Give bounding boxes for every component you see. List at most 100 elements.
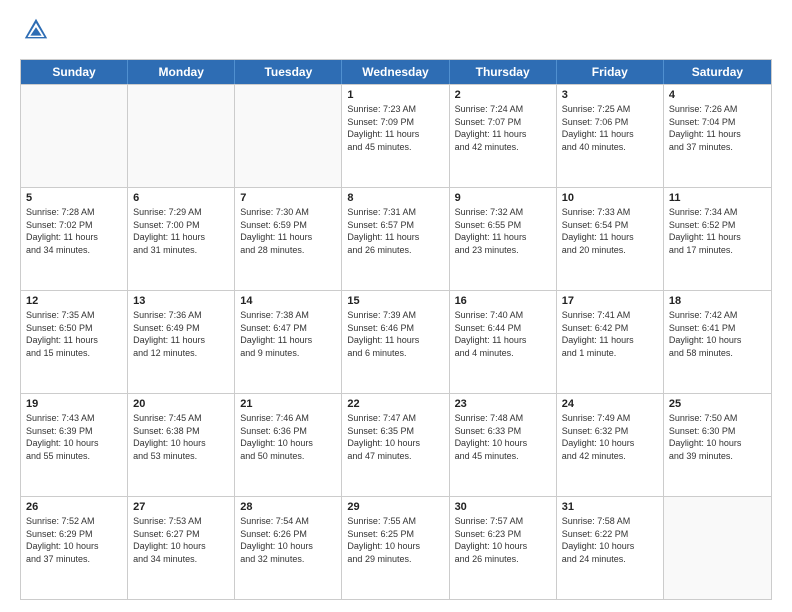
day-cell-empty bbox=[664, 497, 771, 599]
day-number: 11 bbox=[669, 192, 766, 204]
day-number: 9 bbox=[455, 192, 551, 204]
day-info: Sunrise: 7:35 AM Sunset: 6:50 PM Dayligh… bbox=[26, 309, 122, 359]
day-header-friday: Friday bbox=[557, 60, 664, 84]
day-info: Sunrise: 7:23 AM Sunset: 7:09 PM Dayligh… bbox=[347, 103, 443, 153]
day-cell-28: 28 Sunrise: 7:54 AM Sunset: 6:26 PM Dayli… bbox=[235, 497, 342, 599]
day-info: Sunrise: 7:46 AM Sunset: 6:36 PM Dayligh… bbox=[240, 412, 336, 462]
page: SundayMondayTuesdayWednesdayThursdayFrid… bbox=[0, 0, 792, 612]
logo-icon bbox=[22, 16, 50, 44]
logo bbox=[20, 16, 50, 49]
day-cell-14: 14 Sunrise: 7:38 AM Sunset: 6:47 PM Dayli… bbox=[235, 291, 342, 393]
day-info: Sunrise: 7:39 AM Sunset: 6:46 PM Dayligh… bbox=[347, 309, 443, 359]
calendar-body: 1 Sunrise: 7:23 AM Sunset: 7:09 PM Daylig… bbox=[21, 84, 771, 599]
day-number: 17 bbox=[562, 295, 658, 307]
day-info: Sunrise: 7:36 AM Sunset: 6:49 PM Dayligh… bbox=[133, 309, 229, 359]
day-header-thursday: Thursday bbox=[450, 60, 557, 84]
day-cell-11: 11 Sunrise: 7:34 AM Sunset: 6:52 PM Dayli… bbox=[664, 188, 771, 290]
day-number: 18 bbox=[669, 295, 766, 307]
day-cell-1: 1 Sunrise: 7:23 AM Sunset: 7:09 PM Daylig… bbox=[342, 85, 449, 187]
day-number: 16 bbox=[455, 295, 551, 307]
day-cell-15: 15 Sunrise: 7:39 AM Sunset: 6:46 PM Dayli… bbox=[342, 291, 449, 393]
day-cell-5: 5 Sunrise: 7:28 AM Sunset: 7:02 PM Daylig… bbox=[21, 188, 128, 290]
day-info: Sunrise: 7:42 AM Sunset: 6:41 PM Dayligh… bbox=[669, 309, 766, 359]
day-info: Sunrise: 7:32 AM Sunset: 6:55 PM Dayligh… bbox=[455, 206, 551, 256]
week-row-2: 5 Sunrise: 7:28 AM Sunset: 7:02 PM Daylig… bbox=[21, 187, 771, 290]
day-info: Sunrise: 7:57 AM Sunset: 6:23 PM Dayligh… bbox=[455, 515, 551, 565]
day-info: Sunrise: 7:30 AM Sunset: 6:59 PM Dayligh… bbox=[240, 206, 336, 256]
day-cell-10: 10 Sunrise: 7:33 AM Sunset: 6:54 PM Dayli… bbox=[557, 188, 664, 290]
day-header-tuesday: Tuesday bbox=[235, 60, 342, 84]
day-number: 6 bbox=[133, 192, 229, 204]
day-number: 2 bbox=[455, 89, 551, 101]
day-number: 10 bbox=[562, 192, 658, 204]
day-header-wednesday: Wednesday bbox=[342, 60, 449, 84]
day-info: Sunrise: 7:40 AM Sunset: 6:44 PM Dayligh… bbox=[455, 309, 551, 359]
day-number: 8 bbox=[347, 192, 443, 204]
day-cell-8: 8 Sunrise: 7:31 AM Sunset: 6:57 PM Daylig… bbox=[342, 188, 449, 290]
day-number: 12 bbox=[26, 295, 122, 307]
day-cell-3: 3 Sunrise: 7:25 AM Sunset: 7:06 PM Daylig… bbox=[557, 85, 664, 187]
day-number: 3 bbox=[562, 89, 658, 101]
day-cell-9: 9 Sunrise: 7:32 AM Sunset: 6:55 PM Daylig… bbox=[450, 188, 557, 290]
calendar-header: SundayMondayTuesdayWednesdayThursdayFrid… bbox=[21, 60, 771, 84]
day-info: Sunrise: 7:24 AM Sunset: 7:07 PM Dayligh… bbox=[455, 103, 551, 153]
day-cell-6: 6 Sunrise: 7:29 AM Sunset: 7:00 PM Daylig… bbox=[128, 188, 235, 290]
day-number: 14 bbox=[240, 295, 336, 307]
day-number: 25 bbox=[669, 398, 766, 410]
day-info: Sunrise: 7:55 AM Sunset: 6:25 PM Dayligh… bbox=[347, 515, 443, 565]
day-info: Sunrise: 7:28 AM Sunset: 7:02 PM Dayligh… bbox=[26, 206, 122, 256]
header bbox=[20, 16, 772, 49]
day-cell-23: 23Sunrise: 7:48 AM Sunset: 6:33 PM Dayli… bbox=[450, 394, 557, 496]
day-info: Sunrise: 7:38 AM Sunset: 6:47 PM Dayligh… bbox=[240, 309, 336, 359]
day-header-monday: Monday bbox=[128, 60, 235, 84]
day-cell-empty bbox=[235, 85, 342, 187]
day-number: 22 bbox=[347, 398, 443, 410]
day-number: 28 bbox=[240, 501, 336, 513]
day-cell-2: 2 Sunrise: 7:24 AM Sunset: 7:07 PM Daylig… bbox=[450, 85, 557, 187]
day-info: Sunrise: 7:53 AM Sunset: 6:27 PM Dayligh… bbox=[133, 515, 229, 565]
day-number: 29 bbox=[347, 501, 443, 513]
day-header-saturday: Saturday bbox=[664, 60, 771, 84]
week-row-4: 19Sunrise: 7:43 AM Sunset: 6:39 PM Dayli… bbox=[21, 393, 771, 496]
day-cell-29: 29 Sunrise: 7:55 AM Sunset: 6:25 PM Dayli… bbox=[342, 497, 449, 599]
day-info: Sunrise: 7:33 AM Sunset: 6:54 PM Dayligh… bbox=[562, 206, 658, 256]
day-number: 7 bbox=[240, 192, 336, 204]
day-info: Sunrise: 7:52 AM Sunset: 6:29 PM Dayligh… bbox=[26, 515, 122, 565]
day-info: Sunrise: 7:41 AM Sunset: 6:42 PM Dayligh… bbox=[562, 309, 658, 359]
day-cell-31: 31 Sunrise: 7:58 AM Sunset: 6:22 PM Dayli… bbox=[557, 497, 664, 599]
day-cell-empty bbox=[21, 85, 128, 187]
day-cell-4: 4 Sunrise: 7:26 AM Sunset: 7:04 PM Daylig… bbox=[664, 85, 771, 187]
day-info: Sunrise: 7:58 AM Sunset: 6:22 PM Dayligh… bbox=[562, 515, 658, 565]
day-cell-18: 18 Sunrise: 7:42 AM Sunset: 6:41 PM Dayli… bbox=[664, 291, 771, 393]
day-cell-7: 7 Sunrise: 7:30 AM Sunset: 6:59 PM Daylig… bbox=[235, 188, 342, 290]
day-cell-12: 12 Sunrise: 7:35 AM Sunset: 6:50 PM Dayli… bbox=[21, 291, 128, 393]
day-info: Sunrise: 7:31 AM Sunset: 6:57 PM Dayligh… bbox=[347, 206, 443, 256]
day-info: Sunrise: 7:54 AM Sunset: 6:26 PM Dayligh… bbox=[240, 515, 336, 565]
day-cell-empty bbox=[128, 85, 235, 187]
day-info: Sunrise: 7:34 AM Sunset: 6:52 PM Dayligh… bbox=[669, 206, 766, 256]
day-number: 1 bbox=[347, 89, 443, 101]
day-cell-22: 22 Sunrise: 7:47 AM Sunset: 6:35 PM Dayli… bbox=[342, 394, 449, 496]
day-info: Sunrise: 7:43 AM Sunset: 6:39 PM Dayligh… bbox=[26, 412, 122, 462]
day-number: 13 bbox=[133, 295, 229, 307]
day-number: 26 bbox=[26, 501, 122, 513]
day-info: Sunrise: 7:29 AM Sunset: 7:00 PM Dayligh… bbox=[133, 206, 229, 256]
day-cell-19: 19Sunrise: 7:43 AM Sunset: 6:39 PM Dayli… bbox=[21, 394, 128, 496]
day-info: Sunrise: 7:26 AM Sunset: 7:04 PM Dayligh… bbox=[669, 103, 766, 153]
day-number: 27 bbox=[133, 501, 229, 513]
day-number: 30 bbox=[455, 501, 551, 513]
day-number: 15 bbox=[347, 295, 443, 307]
calendar: SundayMondayTuesdayWednesdayThursdayFrid… bbox=[20, 59, 772, 600]
day-cell-27: 27 Sunrise: 7:53 AM Sunset: 6:27 PM Dayli… bbox=[128, 497, 235, 599]
day-number: 4 bbox=[669, 89, 766, 101]
day-info: Sunrise: 7:25 AM Sunset: 7:06 PM Dayligh… bbox=[562, 103, 658, 153]
day-number: 21 bbox=[240, 398, 336, 410]
day-number: 5 bbox=[26, 192, 122, 204]
day-info: Sunrise: 7:47 AM Sunset: 6:35 PM Dayligh… bbox=[347, 412, 443, 462]
day-cell-21: 21 Sunrise: 7:46 AM Sunset: 6:36 PM Dayli… bbox=[235, 394, 342, 496]
week-row-1: 1 Sunrise: 7:23 AM Sunset: 7:09 PM Daylig… bbox=[21, 84, 771, 187]
day-number: 23 bbox=[455, 398, 551, 410]
week-row-3: 12 Sunrise: 7:35 AM Sunset: 6:50 PM Dayli… bbox=[21, 290, 771, 393]
day-number: 24 bbox=[562, 398, 658, 410]
day-number: 31 bbox=[562, 501, 658, 513]
